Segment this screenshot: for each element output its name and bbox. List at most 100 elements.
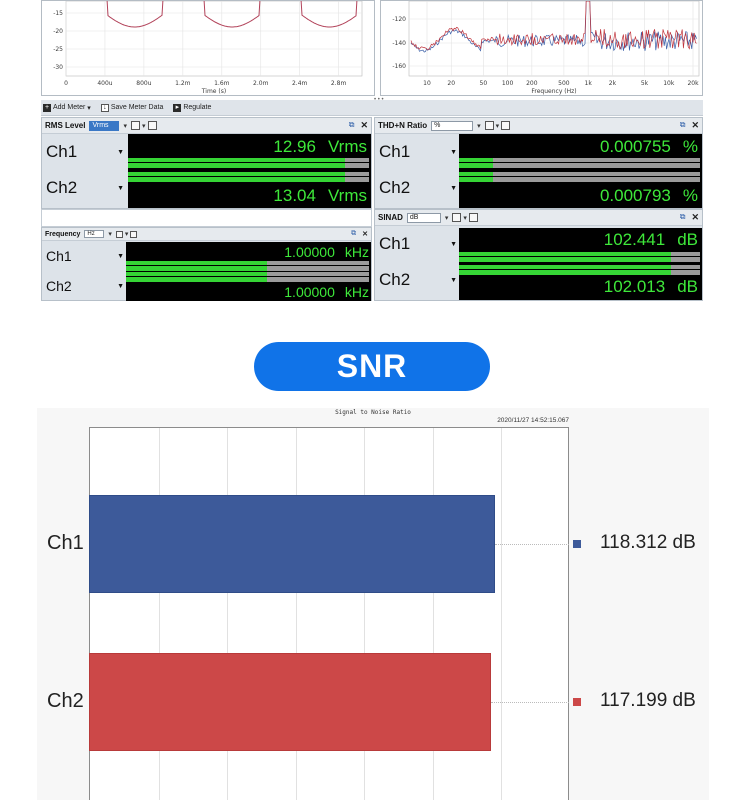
channel-label: Ch1 xyxy=(379,142,411,161)
grid-icon xyxy=(484,121,494,130)
level-fill xyxy=(128,158,345,168)
rms-level-meter: RMS Level Vrms ▾ ▾ ⧉ ✕ Ch1 ▼ Ch2 ▼ 12.96 Vr… xyxy=(41,117,372,209)
level-bar-ch1 xyxy=(126,261,369,271)
settings-icon xyxy=(468,213,478,222)
add-meter-button[interactable]: + Add Meter ▾ xyxy=(43,103,91,112)
save-meter-data-button[interactable]: ↓ Save Meter Data xyxy=(100,103,164,112)
unit-dropdown[interactable]: ▾ xyxy=(108,230,112,238)
value: 102.441 xyxy=(603,230,666,249)
level-bar-ch1 xyxy=(459,252,700,262)
value: 0.000793 xyxy=(599,186,671,205)
unit-select[interactable]: % xyxy=(431,120,474,131)
y-tick-label: -20 xyxy=(53,28,63,35)
unit: kHz xyxy=(344,244,369,260)
settings-icon xyxy=(147,121,157,130)
y-tick-label: -15 xyxy=(53,10,63,17)
save-icon: ↓ xyxy=(100,103,109,112)
channel-select[interactable]: Ch1 ▼ xyxy=(42,241,126,271)
meter-options-control[interactable]: ▾ xyxy=(452,213,478,222)
channel-label: Ch1 xyxy=(379,234,411,253)
grid-line xyxy=(501,428,503,800)
close-icon[interactable]: ✕ xyxy=(691,120,699,131)
readout-ch1: 102.441 dB xyxy=(604,230,698,250)
grid-icon xyxy=(115,230,123,238)
channel-select[interactable]: Ch1 ▼ xyxy=(375,226,459,262)
y-tick-label: -140 xyxy=(392,40,406,47)
unit-select[interactable]: dB xyxy=(406,212,441,223)
readout-ch2: 13.04 Vrms xyxy=(273,186,367,206)
category-label: Ch2 xyxy=(47,690,84,712)
unit-dropdown[interactable]: ▾ xyxy=(445,214,449,222)
level-fill xyxy=(459,158,493,168)
value-label: 117.199 dB xyxy=(600,690,696,711)
close-icon[interactable]: ✕ xyxy=(362,230,368,238)
level-fill xyxy=(459,265,672,275)
chevron-down-icon: ▼ xyxy=(117,184,124,192)
value: 13.04 xyxy=(273,186,316,205)
bar-divider xyxy=(459,256,700,257)
snr-section-button[interactable]: SNR xyxy=(254,342,490,391)
close-icon[interactable]: ✕ xyxy=(360,120,368,131)
channel-label: Ch1 xyxy=(46,248,72,264)
chevron-down-icon: ▼ xyxy=(117,282,124,290)
unit: Vrms xyxy=(327,186,367,205)
value: 102.013 xyxy=(603,277,666,296)
unit-dropdown[interactable]: ▾ xyxy=(477,122,481,130)
x-tick-label: 800u xyxy=(136,80,151,87)
popout-icon[interactable]: ⧉ xyxy=(351,230,356,238)
y-tick-label: -30 xyxy=(53,64,63,71)
legend-marker xyxy=(573,698,581,706)
x-tick-label: 200 xyxy=(526,80,538,87)
meter-options-control[interactable]: ▾ xyxy=(115,230,138,238)
meter-options-control[interactable]: ▾ xyxy=(484,121,511,130)
chevron-down-icon: ▼ xyxy=(450,184,457,192)
value: 0.000755 xyxy=(599,137,671,156)
x-axis-title: Time (s) xyxy=(201,88,226,95)
channel-select[interactable]: Ch2 ▼ xyxy=(375,170,459,206)
bar-ch2 xyxy=(89,653,491,751)
fft-spectrum-graph[interactable]: -120 -140 -160 10 20 50 100 200 500 1k 2k 5k 10k 20k… xyxy=(380,0,703,96)
chevron-down-icon: ▼ xyxy=(450,240,457,248)
unit-select[interactable]: Hz xyxy=(84,230,105,238)
level-bar-ch2 xyxy=(126,272,369,282)
bar-divider xyxy=(126,276,369,277)
meter-options-control[interactable]: ▾ xyxy=(130,121,157,130)
popout-icon[interactable]: ⧉ xyxy=(680,120,686,131)
x-tick-label: 50 xyxy=(480,80,488,87)
channel-select[interactable]: Ch1 ▼ xyxy=(42,134,126,170)
meter-body: Ch1 ▼ Ch2 ▼ 0.000755% 0.000793% xyxy=(375,134,702,209)
readout-ch2: 0.000793% xyxy=(600,186,698,206)
unit-select[interactable]: Vrms xyxy=(89,120,120,131)
save-meter-data-label: Save Meter Data xyxy=(110,104,164,111)
popout-icon[interactable]: ⧉ xyxy=(349,120,355,131)
level-bar-ch2 xyxy=(459,172,700,182)
frequency-meter: Frequency Hz ▾ ▾ ⧉ ✕ Ch1 ▼ Ch2 ▼ 1.00000 kH… xyxy=(41,227,372,301)
meter-toolbar: + Add Meter ▾ ↓ Save Meter Data ▸ Regula… xyxy=(41,100,703,116)
x-tick-label: 500 xyxy=(558,80,570,87)
level-fill xyxy=(459,172,493,182)
meter-title: RMS Level xyxy=(45,121,86,130)
popout-icon[interactable]: ⧉ xyxy=(680,212,686,223)
regulate-button[interactable]: ▸ Regulate xyxy=(173,103,211,112)
x-tick-label: 0 xyxy=(64,80,68,87)
channel-label: Ch2 xyxy=(379,270,411,289)
channel-select[interactable]: Ch2 ▼ xyxy=(42,271,126,301)
channel-select[interactable]: Ch1 ▼ xyxy=(375,134,459,170)
settings-icon xyxy=(130,230,138,238)
time-domain-plot: -15 -20 -25 -30 0 400u 800u 1.2m 1.6m 2.0m 2.4m 2.… xyxy=(53,1,363,95)
bar-divider xyxy=(459,176,700,177)
time-domain-graph[interactable]: -15 -20 -25 -30 0 400u 800u 1.2m 1.6m 2.0m 2.4m 2.… xyxy=(41,0,375,96)
channel-select[interactable]: Ch2 ▼ xyxy=(375,262,459,298)
level-bar-ch2 xyxy=(459,265,700,275)
channel-select[interactable]: Ch2 ▼ xyxy=(42,170,126,206)
unit: dB xyxy=(677,230,698,249)
close-icon[interactable]: ✕ xyxy=(691,212,699,223)
unit-dropdown[interactable]: ▾ xyxy=(123,122,127,130)
x-tick-label: 400u xyxy=(97,80,112,87)
grid-icon xyxy=(452,213,462,222)
level-fill xyxy=(128,172,345,182)
snr-bar-chart: Signal to Noise Ratio 2020/11/27 14:52:1… xyxy=(37,408,709,800)
x-axis-title: Frequency (Hz) xyxy=(531,88,576,95)
level-bar-ch2 xyxy=(128,172,369,182)
meter-body: Ch1 ▼ Ch2 ▼ 102.441 dB 102.013 dB xyxy=(375,226,702,301)
